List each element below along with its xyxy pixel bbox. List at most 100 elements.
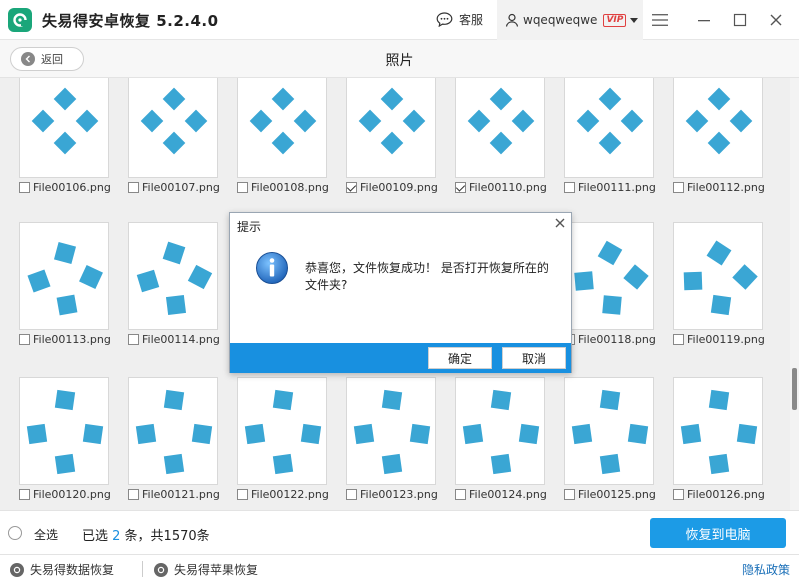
- app-window: { "app": { "title": "失易得安卓恢复 5.2.4.0", "…: [0, 0, 799, 582]
- user-menu[interactable]: wqeqweqwe VIP: [497, 0, 643, 40]
- app-title: 失易得安卓恢复 5.2.4.0: [42, 12, 219, 30]
- photo-checkbox[interactable]: [128, 489, 139, 500]
- photo-preview-image: [353, 389, 431, 475]
- footer-link-iphone-recovery[interactable]: 失易得苹果恢复: [154, 561, 258, 578]
- photo-preview-image: [249, 87, 317, 155]
- photo-thumbnail[interactable]: [564, 222, 654, 330]
- photo-file-row: File00111.png: [564, 181, 684, 194]
- photo-thumbnail[interactable]: [128, 222, 218, 330]
- vip-badge: VIP: [603, 13, 627, 27]
- photo-filename: File00106.png: [33, 181, 111, 194]
- footer-divider: [142, 561, 143, 577]
- photo-thumbnail[interactable]: [564, 377, 654, 485]
- photo-filename: File00109.png: [360, 181, 438, 194]
- photo-file-row: File00108.png: [237, 181, 357, 194]
- photo-checkbox[interactable]: [455, 489, 466, 500]
- photo-thumbnail[interactable]: [673, 377, 763, 485]
- photo-thumbnail[interactable]: [346, 377, 436, 485]
- photo-checkbox[interactable]: [564, 489, 575, 500]
- photo-filename: File00119.png: [687, 333, 765, 346]
- user-icon: [505, 13, 519, 27]
- cancel-button[interactable]: 取消: [502, 347, 566, 369]
- photo-file-row: File00110.png: [455, 181, 575, 194]
- footer: 失易得数据恢复 失易得苹果恢复 隐私政策: [0, 554, 799, 582]
- app-logo-icon: [8, 8, 32, 32]
- photo-filename: File00114.png: [142, 333, 220, 346]
- photo-checkbox[interactable]: [128, 334, 139, 345]
- photo-checkbox[interactable]: [673, 489, 684, 500]
- recover-to-computer-button[interactable]: 恢复到电脑: [650, 518, 786, 548]
- photo-thumbnail[interactable]: [19, 222, 109, 330]
- photo-thumbnail[interactable]: [455, 78, 545, 178]
- photo-thumbnail[interactable]: [673, 78, 763, 178]
- photo-preview-image: [136, 241, 213, 316]
- footer-link1-label: 失易得数据恢复: [30, 563, 115, 577]
- photo-checkbox[interactable]: [237, 489, 248, 500]
- info-icon: [255, 251, 289, 285]
- photo-thumbnail[interactable]: [564, 78, 654, 178]
- photo-preview-image: [680, 389, 758, 475]
- photo-thumbnail[interactable]: [128, 78, 218, 178]
- photo-checkbox[interactable]: [128, 182, 139, 193]
- photo-checkbox[interactable]: [564, 182, 575, 193]
- back-arrow-icon: [21, 52, 35, 66]
- photo-file-row: File00125.png: [564, 488, 684, 501]
- ok-button[interactable]: 确定: [428, 347, 492, 369]
- maximize-button[interactable]: [730, 10, 750, 30]
- photo-filename: File00122.png: [251, 488, 329, 501]
- photo-filename: File00108.png: [251, 181, 329, 194]
- minimize-button[interactable]: [694, 10, 714, 30]
- photo-filename: File00107.png: [142, 181, 220, 194]
- footer-link2-label: 失易得苹果恢复: [174, 563, 259, 577]
- photo-checkbox[interactable]: [673, 334, 684, 345]
- photo-filename: File00112.png: [687, 181, 765, 194]
- photo-thumbnail[interactable]: [237, 78, 327, 178]
- photo-thumbnail[interactable]: [455, 377, 545, 485]
- footer-link-data-recovery[interactable]: 失易得数据恢复: [10, 561, 114, 578]
- scrollbar-thumb[interactable]: [792, 368, 797, 410]
- photo-thumbnail[interactable]: [128, 377, 218, 485]
- photo-file-row: File00113.png: [19, 333, 139, 346]
- photo-thumbnail[interactable]: [237, 377, 327, 485]
- photo-filename: File00123.png: [360, 488, 438, 501]
- photo-file-row: File00119.png: [673, 333, 790, 346]
- photo-file-row: File00118.png: [564, 333, 684, 346]
- photo-checkbox[interactable]: [673, 182, 684, 193]
- dialog-message: 恭喜您，文件恢复成功！ 是否打开恢复所在的文件夹?: [305, 261, 549, 292]
- photo-checkbox[interactable]: [346, 182, 357, 193]
- photo-checkbox[interactable]: [346, 489, 357, 500]
- close-icon: [770, 14, 782, 26]
- close-window-button[interactable]: [766, 10, 786, 30]
- photo-preview-image: [685, 87, 753, 155]
- dialog-close-button[interactable]: [553, 216, 567, 230]
- photo-checkbox[interactable]: [19, 334, 30, 345]
- page-title: 照片: [385, 53, 414, 69]
- photo-file-row: File00122.png: [237, 488, 357, 501]
- photo-filename: File00113.png: [33, 333, 111, 346]
- photo-checkbox[interactable]: [19, 182, 30, 193]
- scrollbar[interactable]: [790, 78, 799, 510]
- selection-count: 已选 2 条，共1570条: [82, 525, 210, 544]
- select-all-radio[interactable]: [8, 526, 22, 540]
- photo-filename: File00121.png: [142, 488, 220, 501]
- photo-checkbox[interactable]: [455, 182, 466, 193]
- select-all-label[interactable]: 全选: [34, 526, 58, 543]
- back-button[interactable]: 返回: [10, 47, 84, 71]
- photo-filename: File00118.png: [578, 333, 656, 346]
- photo-checkbox[interactable]: [237, 182, 248, 193]
- username: wqeqweqwe: [523, 13, 598, 27]
- photo-preview-image: [571, 389, 649, 475]
- photo-preview-image: [576, 87, 644, 155]
- photo-checkbox[interactable]: [19, 489, 30, 500]
- photo-thumbnail[interactable]: [19, 78, 109, 178]
- support-button[interactable]: 客服: [436, 11, 483, 28]
- photo-thumbnail[interactable]: [673, 222, 763, 330]
- selection-suffix: 条，共1570条: [120, 529, 210, 544]
- photo-preview-image: [683, 240, 758, 316]
- photo-thumbnail[interactable]: [346, 78, 436, 178]
- dialog-title: 提示: [237, 220, 262, 234]
- prompt-dialog: 提示 恭喜您，文件恢复成功！ 是否打开恢复所在的文件夹? 确定 取消: [229, 212, 572, 373]
- photo-thumbnail[interactable]: [19, 377, 109, 485]
- privacy-policy-link[interactable]: 隐私政策: [742, 561, 790, 578]
- menu-button[interactable]: [650, 10, 670, 30]
